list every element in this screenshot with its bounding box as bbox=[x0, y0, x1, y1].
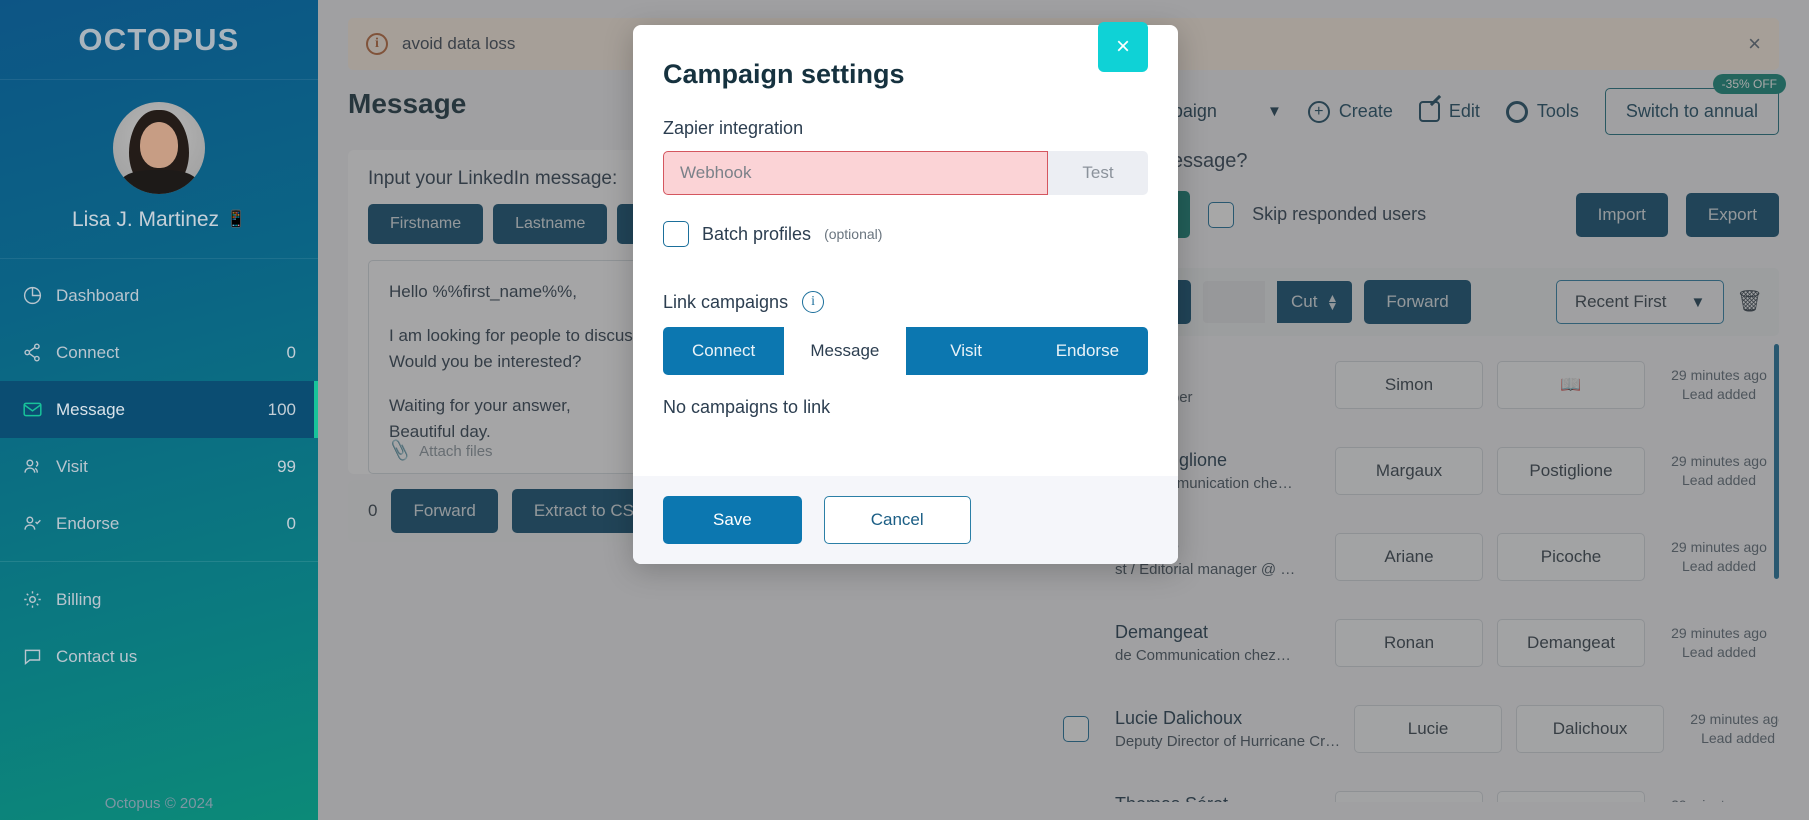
sidebar-item-contact-us[interactable]: Contact us bbox=[0, 628, 318, 685]
sidebar-item-label: Dashboard bbox=[56, 285, 140, 305]
sidebar-item-count: 0 bbox=[286, 342, 296, 362]
cancel-button[interactable]: Cancel bbox=[823, 496, 971, 544]
sidebar-nav: Dashboard Connect 0 Message 100 Visit 99… bbox=[0, 259, 318, 685]
batch-profiles-row: Batch profiles (optional) bbox=[663, 221, 1148, 247]
sidebar-item-label: Message bbox=[56, 399, 125, 419]
modal-body: Campaign settings Zapier integration Tes… bbox=[633, 25, 1178, 476]
phone-icon: 📱 bbox=[226, 211, 246, 228]
test-webhook-button[interactable]: Test bbox=[1048, 151, 1148, 195]
profile-block: Lisa J. Martinez 📱 bbox=[0, 80, 318, 259]
save-button[interactable]: Save bbox=[663, 496, 802, 544]
sidebar-item-count: 99 bbox=[277, 456, 296, 476]
visit-icon bbox=[22, 456, 56, 477]
brand-logo[interactable]: OCTOPUS bbox=[0, 0, 318, 80]
sidebar-item-label: Billing bbox=[56, 589, 102, 609]
sidebar-item-label: Contact us bbox=[56, 646, 138, 666]
avatar bbox=[113, 102, 205, 194]
campaign-type-tabs: Connect Message Visit Endorse bbox=[663, 327, 1148, 375]
link-campaigns-row: Link campaigns i bbox=[663, 291, 1148, 313]
sidebar-item-connect[interactable]: Connect 0 bbox=[0, 324, 318, 381]
modal-title: Campaign settings bbox=[663, 59, 905, 89]
sidebar-item-label: Connect bbox=[56, 342, 120, 362]
tab-message[interactable]: Message bbox=[784, 327, 906, 375]
avatar-body bbox=[121, 170, 197, 194]
info-icon[interactable]: i bbox=[802, 291, 825, 313]
no-campaigns-message: No campaigns to link bbox=[663, 397, 831, 417]
campaign-settings-modal: × Campaign settings Zapier integration T… bbox=[633, 22, 1178, 564]
sidebar-item-visit[interactable]: Visit 99 bbox=[0, 438, 318, 495]
sidebar: OCTOPUS Lisa J. Martinez 📱 Dashboard Con… bbox=[0, 0, 318, 820]
dashboard-icon bbox=[22, 285, 56, 306]
batch-profiles-checkbox[interactable] bbox=[663, 221, 689, 247]
sidebar-item-billing[interactable]: Billing bbox=[0, 571, 318, 628]
tab-visit[interactable]: Visit bbox=[906, 327, 1027, 375]
batch-optional-note: (optional) bbox=[824, 226, 883, 242]
endorse-icon bbox=[22, 513, 56, 534]
sidebar-divider bbox=[0, 561, 318, 562]
brand-text: OCTOPUS bbox=[78, 21, 240, 57]
webhook-input[interactable] bbox=[663, 151, 1048, 195]
sidebar-footer: Octopus © 2024 bbox=[104, 795, 214, 812]
avatar-face bbox=[140, 122, 178, 168]
sidebar-item-dashboard[interactable]: Dashboard bbox=[0, 267, 318, 324]
sidebar-item-count: 100 bbox=[267, 399, 296, 419]
link-campaigns-label: Link campaigns bbox=[663, 291, 789, 312]
app-root: OCTOPUS Lisa J. Martinez 📱 Dashboard Con… bbox=[0, 0, 1809, 820]
sidebar-item-label: Visit bbox=[56, 456, 88, 476]
tab-connect[interactable]: Connect bbox=[663, 327, 784, 375]
message-icon bbox=[22, 399, 56, 420]
sidebar-item-endorse[interactable]: Endorse 0 bbox=[0, 495, 318, 552]
profile-name-row: Lisa J. Martinez 📱 bbox=[0, 208, 318, 232]
close-icon[interactable]: × bbox=[1098, 22, 1148, 72]
sidebar-item-count: 0 bbox=[286, 513, 296, 533]
profile-name: Lisa J. Martinez bbox=[72, 208, 220, 231]
sidebar-item-label: Endorse bbox=[56, 513, 120, 533]
connect-icon bbox=[22, 342, 56, 363]
batch-profiles-label: Batch profiles bbox=[702, 223, 812, 244]
webhook-row: Test bbox=[663, 151, 1148, 195]
gear-icon bbox=[22, 589, 56, 610]
sidebar-item-message[interactable]: Message 100 bbox=[0, 381, 318, 438]
chat-icon bbox=[22, 646, 56, 667]
tab-endorse[interactable]: Endorse bbox=[1027, 327, 1148, 375]
zapier-label: Zapier integration bbox=[663, 118, 804, 138]
modal-footer: Save Cancel bbox=[633, 476, 1178, 564]
